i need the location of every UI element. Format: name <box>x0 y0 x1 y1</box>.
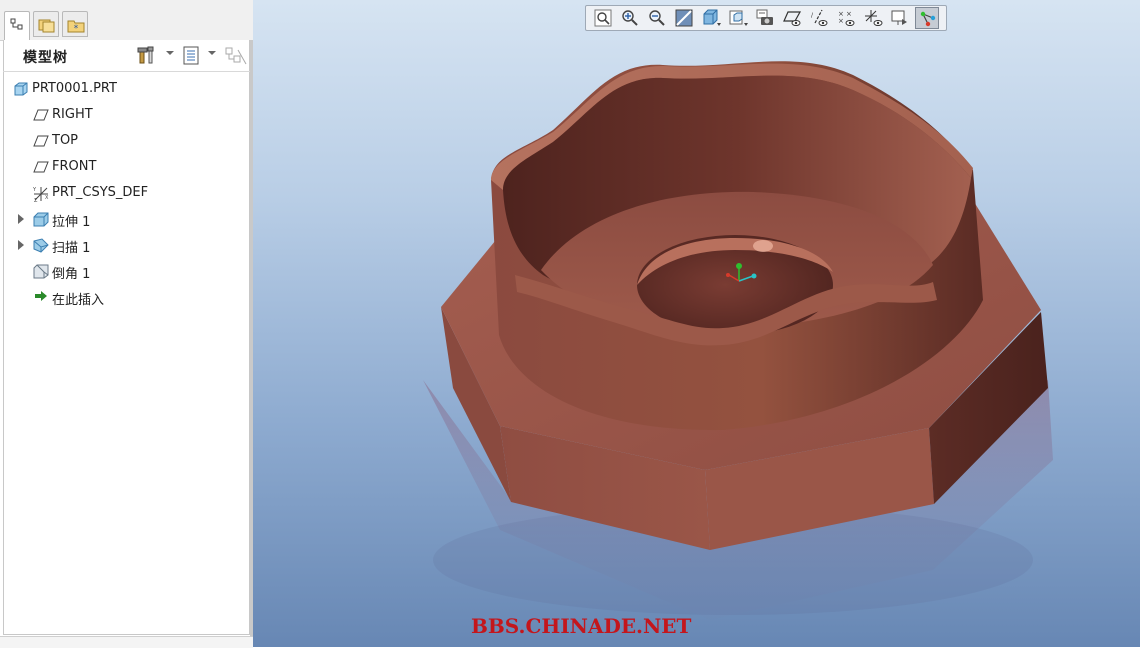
view-manager-icon <box>756 9 773 25</box>
point-display-button[interactable]: × × × <box>834 7 858 29</box>
tree-item-label: FRONT <box>52 159 97 174</box>
svg-text:×: × <box>846 10 852 18</box>
svg-text:Y: Y <box>32 187 37 193</box>
tree-item-chamfer[interactable]: 倒角 1 <box>0 259 247 283</box>
saved-orientations-button[interactable] <box>726 7 750 29</box>
hex-nut-model[interactable] <box>253 0 1140 647</box>
display-style-button[interactable] <box>699 7 723 29</box>
tab-favorites[interactable]: * <box>62 11 88 37</box>
tree-settings-dropdown-icon[interactable] <box>166 51 174 55</box>
tree-item-extrude[interactable]: 拉伸 1 <box>0 207 247 231</box>
plane-display-icon <box>783 11 802 26</box>
folder-browser-icon <box>38 19 55 33</box>
tab-model-tree[interactable] <box>4 11 30 41</box>
navigator-panel: * 模型树 PRT0001.PRT RIGHT TOP FRONT Y X Z … <box>0 0 253 648</box>
tree-item-top-plane[interactable]: TOP <box>0 129 247 153</box>
csys-display-icon <box>865 10 883 26</box>
part-icon <box>14 82 28 96</box>
favorites-folder-icon: * <box>67 20 85 34</box>
zoom-out-icon <box>649 10 665 26</box>
model-tree-header: 模型树 <box>3 41 250 72</box>
show-hide-button[interactable] <box>224 45 248 67</box>
point-display-icon: × × × <box>838 10 855 26</box>
repaint-button[interactable] <box>672 7 696 29</box>
saved-orientations-icon <box>729 10 748 26</box>
spin-center-icon <box>891 10 907 25</box>
annotation-display-icon <box>920 11 936 27</box>
extrude-icon <box>33 212 49 227</box>
model-tree-title: 模型树 <box>23 50 68 66</box>
refit-button[interactable] <box>591 7 615 29</box>
svg-text:X: X <box>45 195 49 201</box>
tree-item-label: RIGHT <box>52 107 93 122</box>
axis-display-icon: / <box>811 9 828 26</box>
coordinate-system-icon: Y X Z <box>32 187 49 203</box>
graphics-toolbar: / × × × <box>585 5 947 31</box>
model-tree-icon <box>10 18 23 30</box>
zoom-in-icon <box>622 10 638 26</box>
datum-plane-icon <box>33 109 49 121</box>
tree-item-label: 在此插入 <box>52 293 105 308</box>
axis-display-button[interactable]: / <box>807 7 831 29</box>
tree-item-front-plane[interactable]: FRONT <box>0 155 247 179</box>
graphics-viewport[interactable]: / × × × BBS.CHINADE.NET <box>253 0 1140 647</box>
watermark-text: BBS.CHINADE.NET <box>471 614 692 638</box>
tree-item-right-plane[interactable]: RIGHT <box>0 103 247 127</box>
tree-item-insert-here[interactable]: 在此插入 <box>0 285 247 309</box>
tree-item-label: 倒角 1 <box>52 267 91 282</box>
tree-item-csys[interactable]: Y X Z PRT_CSYS_DEF <box>0 181 247 205</box>
tree-item-label: PRT_CSYS_DEF <box>52 185 149 200</box>
repaint-icon <box>675 9 693 27</box>
svg-text:/: / <box>811 12 814 19</box>
tree-item-part[interactable]: PRT0001.PRT <box>0 77 247 101</box>
navigator-bottom-strip <box>0 636 253 648</box>
view-manager-button[interactable] <box>753 7 777 29</box>
hammer-tools-icon <box>137 46 154 64</box>
spin-center-button[interactable] <box>888 7 912 29</box>
zoom-in-button[interactable] <box>618 7 642 29</box>
zoom-out-button[interactable] <box>645 7 669 29</box>
chamfer-icon <box>33 264 49 279</box>
svg-text:×: × <box>838 17 844 25</box>
navigator-tabstrip: * <box>0 0 253 41</box>
insert-here-arrow-icon <box>35 291 47 301</box>
datum-plane-icon <box>33 135 49 147</box>
tree-item-label: 拉伸 1 <box>52 215 91 230</box>
annotation-display-button[interactable] <box>915 7 939 29</box>
tab-folder-browser[interactable] <box>33 11 59 37</box>
expand-arrow-icon[interactable] <box>18 214 24 224</box>
tree-settings-button[interactable] <box>137 45 159 67</box>
tree-item-label: TOP <box>52 133 79 148</box>
tree-filters-dropdown-icon[interactable] <box>208 51 216 55</box>
svg-text:Z: Z <box>34 198 38 203</box>
show-hide-disabled-icon <box>225 47 247 65</box>
tree-item-label: 扫描 1 <box>52 241 91 256</box>
csys-display-button[interactable] <box>861 7 885 29</box>
sweep-icon <box>33 238 49 253</box>
tree-item-label: PRT0001.PRT <box>32 81 117 96</box>
display-style-icon <box>703 9 721 26</box>
plane-display-button[interactable] <box>780 7 804 29</box>
datum-plane-icon <box>33 161 49 173</box>
list-filter-icon <box>183 46 199 65</box>
svg-text:*: * <box>74 24 79 34</box>
tree-filters-button[interactable] <box>181 45 203 67</box>
tree-item-sweep[interactable]: 扫描 1 <box>0 233 247 257</box>
expand-arrow-icon[interactable] <box>18 240 24 250</box>
refit-icon <box>594 9 612 27</box>
